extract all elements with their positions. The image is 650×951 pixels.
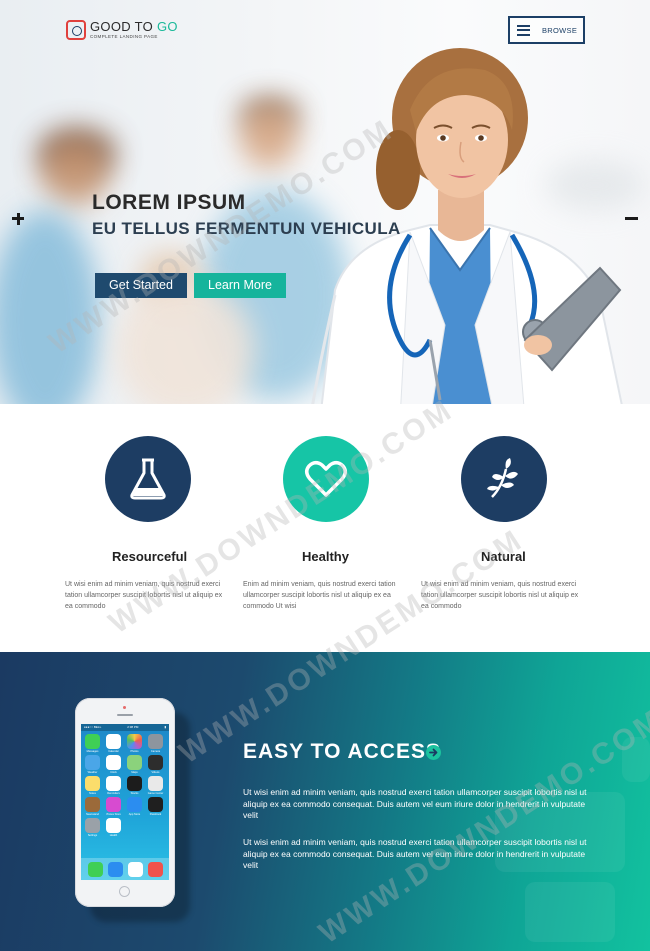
logo-icon (66, 20, 86, 40)
feature-icon-circle (105, 436, 191, 522)
logo-title-main: GOOD TO (90, 19, 157, 35)
arrow-right-icon[interactable] (426, 745, 441, 760)
feature-text: Ut wisi enim ad minim veniam, quis nostr… (421, 581, 579, 610)
phone-carrier: ●●●○○ BELL (84, 725, 102, 729)
photos-app-icon[interactable] (124, 734, 145, 753)
hero-subtitle: EU TELLUS FERMENTUN VEHICULA (92, 219, 401, 238)
app-store-app-icon[interactable] (124, 797, 145, 816)
get-started-button[interactable]: Get Started (95, 273, 187, 298)
phone-camera (123, 706, 126, 709)
browse-label: BROWSE (542, 25, 578, 35)
game-center-app-icon[interactable] (145, 776, 166, 795)
notes-app-icon[interactable] (82, 776, 103, 795)
phone-time: 2:38 PM (127, 725, 139, 729)
decorative-shape (525, 882, 615, 942)
logo-subtitle: COMPLETE LANDING PAGE (90, 34, 158, 40)
music-app-icon[interactable] (147, 861, 163, 877)
phone-speaker (117, 714, 133, 716)
heart-icon (305, 461, 347, 497)
messages-app-icon[interactable] (82, 734, 103, 753)
logo-text: GOOD TO GO COMPLETE LANDING PAGE (90, 20, 178, 40)
phone-status-bar: ●●●○○ BELL 2:38 PM ▮ (81, 724, 169, 731)
phone-screen: ●●●○○ BELL 2:38 PM ▮ (81, 724, 169, 880)
camera-app-icon[interactable] (145, 734, 166, 753)
phone-mockup: ●●●○○ BELL 2:38 PM ▮ (75, 698, 175, 907)
settings-app-icon[interactable] (82, 818, 103, 837)
reminders-app-icon[interactable] (103, 776, 124, 795)
decorative-shape (622, 737, 650, 782)
access-paragraph: Ut wisi enim ad minim veniam, quis nostr… (243, 787, 587, 820)
feature-text: Ut wisi enim ad minim veniam, quis nostr… (65, 581, 223, 610)
flask-icon (130, 458, 166, 500)
logo-title-accent: GO (156, 19, 178, 35)
access-title: EASY TO ACCESS (243, 740, 441, 763)
browse-button[interactable]: BROWSE (508, 16, 585, 44)
arrow-glyph (429, 748, 438, 757)
phone-home-button[interactable] (119, 886, 130, 897)
learn-more-button[interactable]: Learn More (194, 273, 286, 298)
itunes-store-app-icon[interactable] (103, 797, 124, 816)
feature-title: Resourceful (112, 549, 188, 564)
access-paragraph: Ut wisi enim ad minim veniam, quis nostr… (243, 837, 587, 870)
logo-title: GOOD TO GO (90, 20, 178, 33)
leaf-icon (487, 458, 518, 498)
feature-text: Enim ad minim veniam, quis nostrud exerc… (243, 581, 396, 610)
weather-app-icon[interactable] (82, 755, 103, 774)
stocks-app-icon[interactable] (124, 776, 145, 795)
access-section: ●●●○○ BELL 2:38 PM ▮ Messages Calendar P… (0, 652, 650, 951)
hamburger-menu-icon (517, 24, 530, 36)
slider-next-minus-icon[interactable] (623, 210, 639, 226)
feature-icon-circle (461, 436, 547, 522)
app-grid (81, 731, 169, 839)
clock-app-icon[interactable] (103, 755, 124, 774)
background-nurse-body (0, 210, 100, 404)
health-app-icon[interactable] (103, 818, 124, 837)
hero-title: LOREM IPSUM (92, 191, 246, 214)
maps-app-icon[interactable] (124, 755, 145, 774)
newsstand-app-icon[interactable] (82, 797, 103, 816)
phone-app-icon[interactable] (87, 861, 103, 877)
phone-dock (81, 858, 169, 880)
feature-title: Healthy (302, 549, 349, 564)
logo[interactable]: GOOD TO GO COMPLETE LANDING PAGE (66, 20, 178, 40)
feature-icon-circle (283, 436, 369, 522)
slider-prev-plus-icon[interactable] (10, 210, 26, 226)
features-section: Resourceful Ut wisi enim ad minim veniam… (0, 404, 650, 652)
mail-app-icon[interactable] (107, 861, 123, 877)
calendar-app-icon[interactable] (103, 734, 124, 753)
hero-banner: GOOD TO GO COMPLETE LANDING PAGE BROWSE … (0, 0, 650, 404)
battery-icon: ▮ (164, 725, 166, 729)
safari-app-icon[interactable] (127, 861, 143, 877)
passbook-app-icon[interactable] (145, 797, 166, 816)
videos-app-icon[interactable] (145, 755, 166, 774)
feature-title: Natural (481, 549, 526, 564)
